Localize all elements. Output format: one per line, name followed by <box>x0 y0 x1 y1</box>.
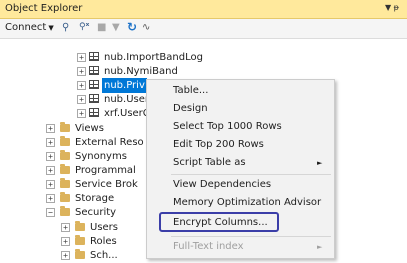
tree-item-label: Storage <box>75 193 115 204</box>
connect-dropdown-icon[interactable]: ▼ <box>48 24 53 32</box>
tree-item-label: Users <box>90 222 119 233</box>
stop-icon[interactable]: ■ <box>97 22 106 33</box>
folder-icon <box>75 221 85 231</box>
expand-icon[interactable]: + <box>77 53 86 62</box>
tree-item-label: Security <box>75 207 117 218</box>
menu-item-select-top-1000[interactable]: Select Top 1000 Rows <box>173 120 282 134</box>
tree-item-label: xrf.UserC <box>104 108 150 119</box>
tree-item-label: Synonyms <box>75 151 127 162</box>
menu-separator <box>171 236 331 237</box>
tree-item-label: nub.ImportBandLog <box>104 52 203 63</box>
tree-item-label: nub.NymiBand <box>104 66 178 77</box>
folder-icon <box>60 164 70 174</box>
expand-icon[interactable]: + <box>46 138 55 147</box>
filter-icon[interactable]: ▼ <box>112 22 120 33</box>
tree-row-folder-views[interactable]: + Views <box>0 121 150 136</box>
refresh-icon[interactable]: ↻ <box>127 20 137 34</box>
table-icon <box>89 94 99 103</box>
table-icon <box>89 108 99 117</box>
tree-item-label: Service Brok <box>75 179 138 190</box>
menu-separator <box>171 174 331 175</box>
folder-icon <box>60 150 70 160</box>
menu-item-encrypt-columns[interactable]: Encrypt Columns... <box>173 216 268 230</box>
expand-icon[interactable]: + <box>46 166 55 175</box>
expand-icon[interactable]: + <box>61 223 70 232</box>
tree-item-label-selected: nub.Priv <box>102 78 147 93</box>
submenu-arrow-icon: ► <box>317 243 323 251</box>
tree-row-folder-security[interactable]: − Security <box>0 205 150 220</box>
folder-icon <box>60 206 70 216</box>
folder-icon <box>60 192 70 202</box>
panel-title: Object Explorer <box>5 3 83 14</box>
object-explorer-toolbar: Connect ▼ ⚲ ⚲ˣ ■ ▼ ↻ ∿ <box>0 19 407 39</box>
folder-icon <box>75 249 85 259</box>
expand-icon[interactable]: + <box>77 67 86 76</box>
menu-item-full-text-index: Full-Text index <box>173 241 244 252</box>
tree-row-table[interactable]: + nub.NymiBand <box>0 64 200 79</box>
tree-item-label: Roles <box>90 236 117 247</box>
expand-icon[interactable]: + <box>77 95 86 104</box>
submenu-arrow-icon: ► <box>317 159 323 167</box>
expand-icon[interactable]: + <box>46 152 55 161</box>
activity-monitor-icon[interactable]: ∿ <box>142 22 150 33</box>
tree-item-label: External Reso <box>75 137 144 148</box>
folder-icon <box>60 178 70 188</box>
tree-row-folder-storage[interactable]: + Storage <box>0 191 150 206</box>
tree-row-folder-roles[interactable]: + Roles <box>0 234 150 249</box>
expand-icon[interactable]: + <box>77 81 86 90</box>
folder-icon <box>60 122 70 132</box>
folder-icon <box>60 136 70 146</box>
tree-item-label: nub.User <box>104 94 149 105</box>
menu-item-script-table-as[interactable]: Script Table as <box>173 156 246 170</box>
tree-row-table[interactable]: + nub.ImportBandLog <box>0 50 203 65</box>
expand-icon[interactable]: + <box>77 109 86 118</box>
connect-button[interactable]: Connect ▼ <box>5 22 54 33</box>
menu-item-new-table[interactable]: Table... <box>173 84 208 98</box>
expand-icon[interactable]: + <box>46 124 55 133</box>
table-icon <box>89 66 99 75</box>
connect-label: Connect <box>5 22 47 33</box>
tree-item-label: Views <box>75 123 104 134</box>
expand-icon[interactable]: + <box>46 180 55 189</box>
tree-row-folder-synonyms[interactable]: + Synonyms <box>0 149 150 164</box>
collapse-icon[interactable]: − <box>46 208 55 217</box>
expand-icon[interactable]: + <box>46 194 55 203</box>
folder-icon <box>75 235 85 245</box>
pin-dropdown-icon[interactable]: ▼ ᵽ <box>385 3 399 12</box>
tree-row-folder-service-broker[interactable]: + Service Brok <box>0 177 150 192</box>
table-icon <box>89 80 99 89</box>
expand-icon[interactable]: + <box>61 237 70 246</box>
tree-row-folder-external-resources[interactable]: + External Reso <box>0 135 150 150</box>
context-menu: Table... Design Select Top 1000 Rows Edi… <box>146 79 335 259</box>
menu-item-design[interactable]: Design <box>173 102 208 116</box>
tree-row-folder-programmability[interactable]: + Programmal <box>0 163 150 178</box>
table-icon <box>89 52 99 61</box>
menu-item-edit-top-200[interactable]: Edit Top 200 Rows <box>173 138 264 152</box>
menu-item-view-dependencies[interactable]: View Dependencies <box>173 178 271 192</box>
connect-object-explorer-icon[interactable]: ⚲ <box>62 22 69 33</box>
object-explorer-title-bar: Object Explorer ▼ ᵽ <box>0 0 407 19</box>
disconnect-icon[interactable]: ⚲ˣ <box>79 22 89 32</box>
tree-row-folder-users[interactable]: + Users <box>0 220 150 235</box>
tree-item-label: Programmal <box>75 165 136 176</box>
menu-item-memory-optimization-advisor[interactable]: Memory Optimization Advisor <box>173 196 321 210</box>
